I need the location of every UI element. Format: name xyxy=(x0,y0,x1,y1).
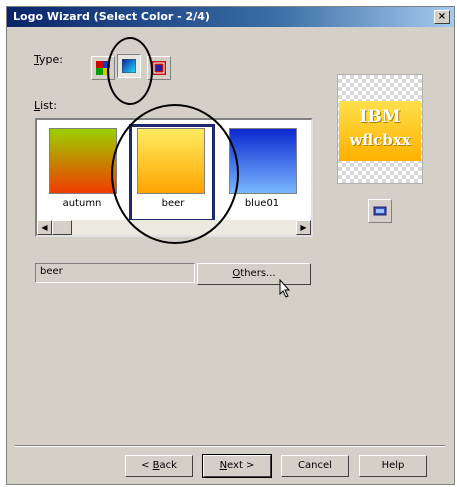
scroll-left-button[interactable]: ◀ xyxy=(37,220,52,235)
autumn-swatch xyxy=(49,128,117,194)
list-item-label: beer xyxy=(161,198,185,209)
back-button[interactable]: < Back xyxy=(125,455,193,477)
preview-options-button[interactable] xyxy=(368,199,392,223)
type-button-multicolor[interactable] xyxy=(91,56,115,80)
type-button-texture[interactable] xyxy=(147,56,171,80)
logo-wizard-dialog: Logo Wizard (Select Color - 2/4) × Type:… xyxy=(6,6,455,485)
multicolor-type-icon xyxy=(96,61,110,75)
list-item-label: blue01 xyxy=(244,198,280,209)
others-button[interactable]: Others... xyxy=(197,263,311,285)
logo-preview: IBM wflcbxx xyxy=(337,74,423,184)
list-item-autumn[interactable]: autumn xyxy=(41,124,127,222)
scroll-right-button[interactable]: ▶ xyxy=(296,220,311,235)
footer-separator xyxy=(15,445,445,447)
type-label: Type: xyxy=(34,53,63,66)
mouse-cursor-icon xyxy=(279,279,291,298)
window-title: Logo Wizard (Select Color - 2/4) xyxy=(13,10,210,23)
preview-options-icon xyxy=(373,206,387,216)
list-label: List: xyxy=(34,99,57,112)
title-bar: Logo Wizard (Select Color - 2/4) × xyxy=(7,7,454,27)
cancel-button[interactable]: Cancel xyxy=(281,455,349,477)
preview-logo-image: IBM wflcbxx xyxy=(339,101,421,161)
selected-color-field[interactable]: beer xyxy=(35,263,195,283)
list-item-blue01[interactable]: blue01 xyxy=(221,124,307,222)
texture-type-icon xyxy=(152,61,166,75)
type-button-gradient[interactable] xyxy=(117,54,141,78)
scroll-thumb[interactable] xyxy=(52,220,72,235)
gradient-type-icon xyxy=(122,59,136,73)
close-button[interactable]: × xyxy=(434,10,450,24)
horizontal-scrollbar[interactable]: ◀ ▶ xyxy=(37,220,311,235)
beer-swatch xyxy=(137,128,205,194)
next-button[interactable]: Next > xyxy=(202,454,272,478)
blue01-swatch xyxy=(229,128,297,194)
preview-text-line1: IBM xyxy=(359,107,401,127)
list-item-beer[interactable]: beer xyxy=(129,124,215,222)
list-item-label: autumn xyxy=(62,198,102,209)
help-button[interactable]: Help xyxy=(359,455,427,477)
color-list[interactable]: autumn beer blue01 ◀ ▶ xyxy=(35,118,313,237)
preview-text-line2: wflcbxx xyxy=(349,131,411,149)
